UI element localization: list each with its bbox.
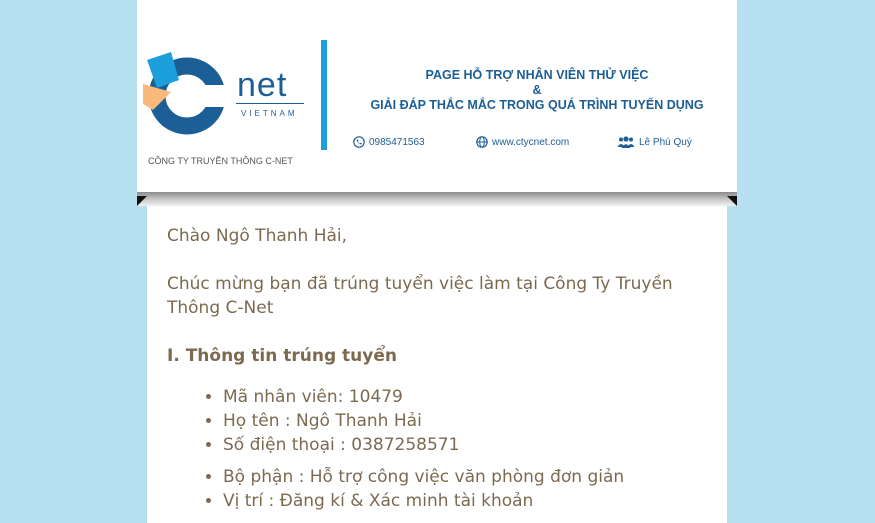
phone-icon — [353, 136, 365, 148]
list-item: Bộ phận : Hỗ trợ công việc văn phòng đơn… — [223, 465, 707, 489]
banner-shadow — [137, 192, 737, 206]
contact-person: Lê Phú Quý — [617, 136, 692, 148]
logo-emblem-icon — [143, 52, 227, 135]
list-item: Mã nhân viên: 10479 — [223, 385, 707, 409]
list-item: Số điện thoại : 0387258571 — [223, 433, 707, 457]
company-name: CÔNG TY TRUYỀN THÔNG C-NET — [148, 156, 293, 166]
email-body: Chào Ngô Thanh Hải, Chúc mừng bạn đã trú… — [147, 206, 727, 523]
headline-line-2: & — [532, 83, 542, 97]
headline-line-3: GIẢI ĐÁP THẮC MẮC TRONG QUÁ TRÌNH TUYỂN … — [370, 98, 704, 112]
congrats-message: Chúc mừng bạn đã trúng tuyển việc làm tạ… — [167, 274, 673, 318]
cnet-logo: net VIETNAM — [143, 52, 308, 142]
fold-corner-left — [137, 196, 147, 206]
globe-icon — [476, 136, 488, 148]
section-title: I. Thông tin trúng tuyển — [167, 346, 397, 366]
info-list-2: Bộ phận : Hỗ trợ công việc văn phòng đơn… — [167, 465, 707, 513]
banner-headline: PAGE HỖ TRỢ NHÂN VIÊN THỬ VIỆC & GIẢI ĐÁ… — [337, 68, 737, 113]
contact-website: www.ctycnet.com — [476, 136, 569, 148]
website-link[interactable]: www.ctycnet.com — [492, 137, 569, 148]
person-name: Lê Phú Quý — [639, 136, 692, 148]
list-item: Vị trí : Đăng kí & Xác minh tài khoản — [223, 489, 707, 513]
greeting: Chào Ngô Thanh Hải, — [167, 226, 348, 246]
headline-line-1: PAGE HỖ TRỢ NHÂN VIÊN THỬ VIỆC — [425, 68, 649, 82]
vertical-divider — [321, 40, 327, 150]
email-content: Chào Ngô Thanh Hải, Chúc mừng bạn đã trú… — [167, 224, 707, 521]
logo-subtext: VIETNAM — [241, 109, 298, 118]
users-icon — [617, 136, 635, 148]
list-item: Họ tên : Ngô Thanh Hải — [223, 409, 707, 433]
logo-text: net — [237, 66, 288, 104]
fold-corner-right — [727, 196, 737, 206]
phone-number: 0985471563 — [369, 136, 425, 148]
email-banner: net VIETNAM CÔNG TY TRUYỀN THÔNG C-NET P… — [137, 0, 737, 192]
info-list-1: Mã nhân viên: 10479 Họ tên : Ngô Thanh H… — [167, 385, 707, 457]
logo-divider — [236, 103, 304, 104]
contact-phone: 0985471563 — [353, 136, 425, 148]
